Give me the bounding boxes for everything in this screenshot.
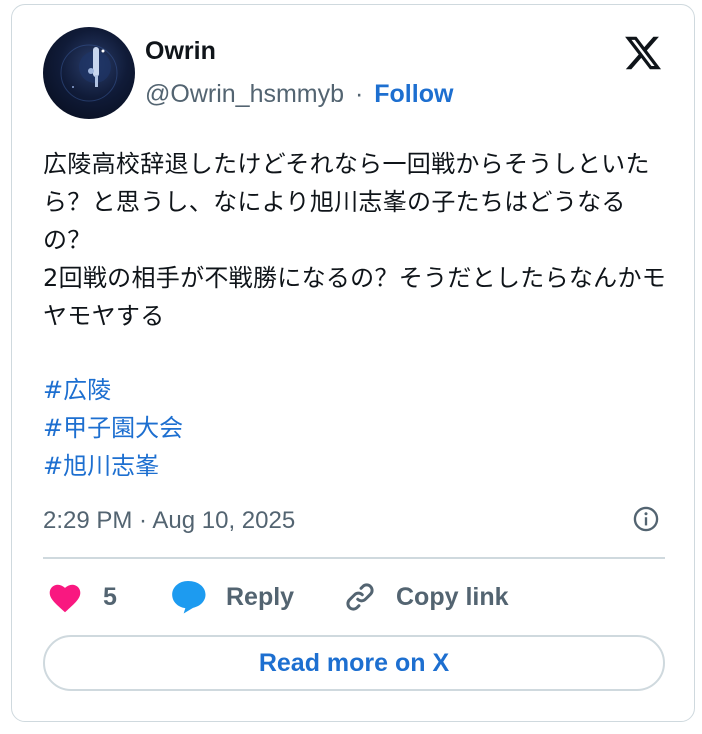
speech-bubble-icon[interactable] <box>168 577 208 615</box>
copy-link-button[interactable]: Copy link <box>396 581 509 613</box>
follow-button[interactable]: Follow <box>374 80 453 108</box>
author-handle[interactable]: @Owrin_hsmmyb <box>145 80 344 108</box>
hashtag-link[interactable]: #広陵 <box>43 371 183 409</box>
reply-button[interactable]: Reply <box>226 581 294 613</box>
author-handle-row: @Owrin_hsmmyb · Follow <box>145 77 453 111</box>
hashtag-link[interactable]: #旭川志峯 <box>43 447 183 485</box>
separator: · <box>354 80 364 108</box>
x-logo-icon[interactable] <box>622 33 664 73</box>
hashtag-list: #広陵 #甲子園大会 #旭川志峯 <box>43 371 183 485</box>
author-name[interactable]: Owrin <box>145 35 216 67</box>
heart-icon[interactable] <box>47 580 83 614</box>
tweet-card: Owrin @Owrin_hsmmyb · Follow 広陵高校辞退したけどそ… <box>11 4 695 722</box>
hashtag-link[interactable]: #甲子園大会 <box>43 409 183 447</box>
read-more-button[interactable]: Read more on X <box>43 635 665 691</box>
avatar[interactable] <box>43 27 135 119</box>
divider <box>43 557 665 559</box>
tweet-text: 広陵高校辞退したけどそれなら一回戦からそうしといたら？と思うし、なにより旭川志峯… <box>43 150 667 330</box>
link-icon[interactable] <box>342 579 378 615</box>
action-bar: 5 Reply Copy link <box>12 575 696 619</box>
tweet-timestamp[interactable]: 2:29 PM · Aug 10, 2025 <box>43 505 295 537</box>
like-count: 5 <box>103 583 117 611</box>
info-icon[interactable] <box>632 505 660 533</box>
